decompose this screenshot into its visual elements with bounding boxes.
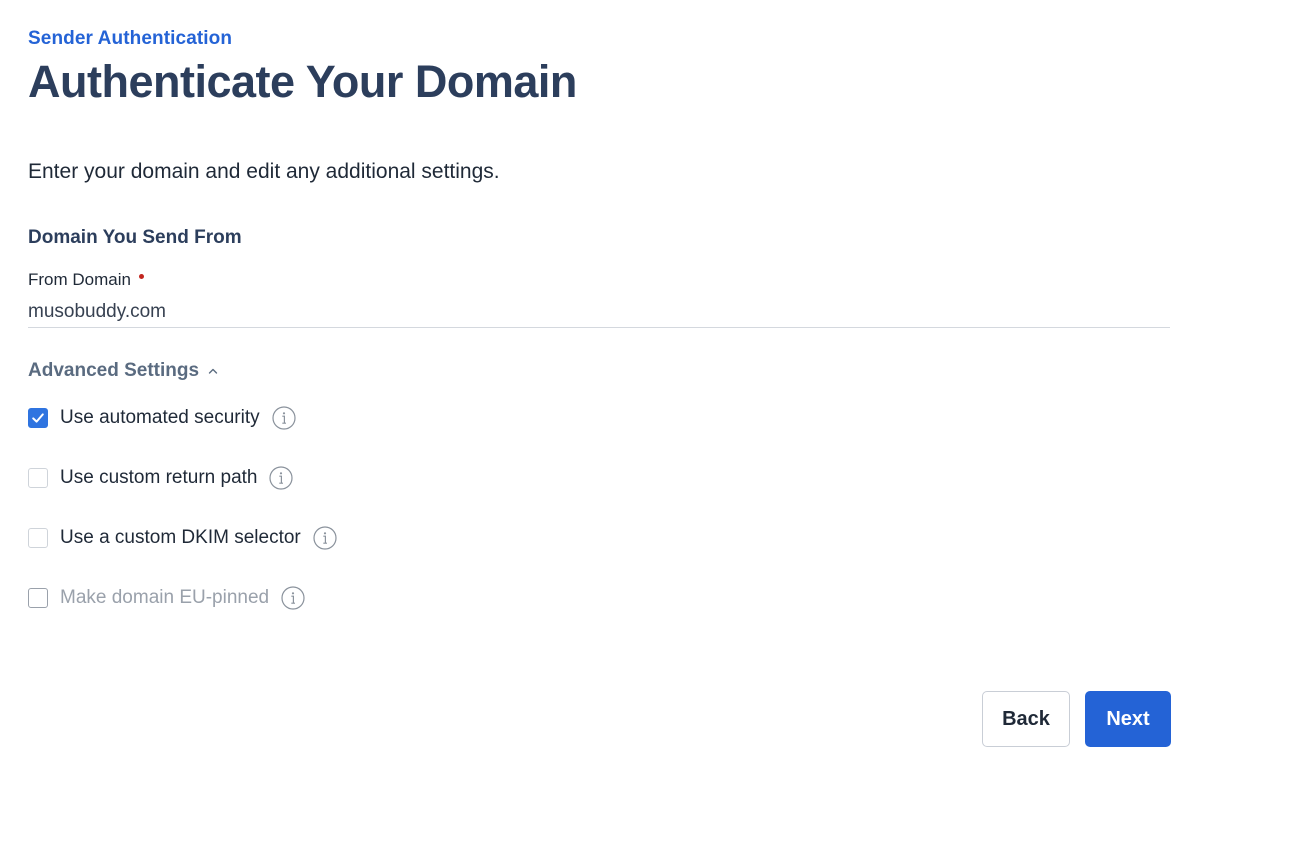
breadcrumb[interactable]: Sender Authentication	[28, 28, 232, 50]
eu-pinned-checkbox[interactable]	[28, 588, 48, 608]
info-icon[interactable]	[271, 406, 296, 430]
info-icon[interactable]	[269, 466, 294, 490]
checkmark-icon	[32, 413, 44, 423]
next-button[interactable]: Next	[1085, 691, 1171, 747]
authenticate-domain-page: Sender Authentication Authenticate Your …	[0, 0, 1306, 844]
from-domain-label: From Domain	[28, 270, 144, 290]
option-eu-pinned: Make domain EU-pinned	[28, 586, 305, 610]
advanced-settings-toggle[interactable]: Advanced Settings	[28, 360, 219, 382]
custom-dkim-selector-label[interactable]: Use a custom DKIM selector	[60, 527, 301, 549]
from-domain-label-text: From Domain	[28, 270, 131, 289]
domain-section-heading: Domain You Send From	[28, 227, 242, 248]
page-title: Authenticate Your Domain	[28, 56, 577, 107]
custom-dkim-selector-checkbox[interactable]	[28, 528, 48, 548]
from-domain-input[interactable]	[28, 296, 1170, 328]
eu-pinned-label: Make domain EU-pinned	[60, 587, 270, 608]
automated-security-label[interactable]: Use automated security	[60, 407, 260, 429]
automated-security-checkbox[interactable]	[28, 408, 48, 428]
option-custom-return-path: Use custom return path	[28, 466, 294, 490]
info-icon[interactable]	[313, 526, 337, 550]
required-indicator	[138, 274, 144, 279]
custom-return-path-checkbox[interactable]	[28, 468, 48, 488]
custom-return-path-label[interactable]: Use custom return path	[60, 467, 257, 489]
info-icon[interactable]	[281, 586, 305, 610]
chevron-up-icon	[208, 368, 218, 374]
option-custom-dkim-selector: Use a custom DKIM selector	[28, 526, 337, 550]
intro-text: Enter your domain and edit any additiona…	[28, 160, 500, 183]
advanced-settings-label: Advanced Settings	[28, 360, 200, 381]
back-button[interactable]: Back	[982, 691, 1070, 747]
option-automated-security: Use automated security	[28, 406, 296, 430]
